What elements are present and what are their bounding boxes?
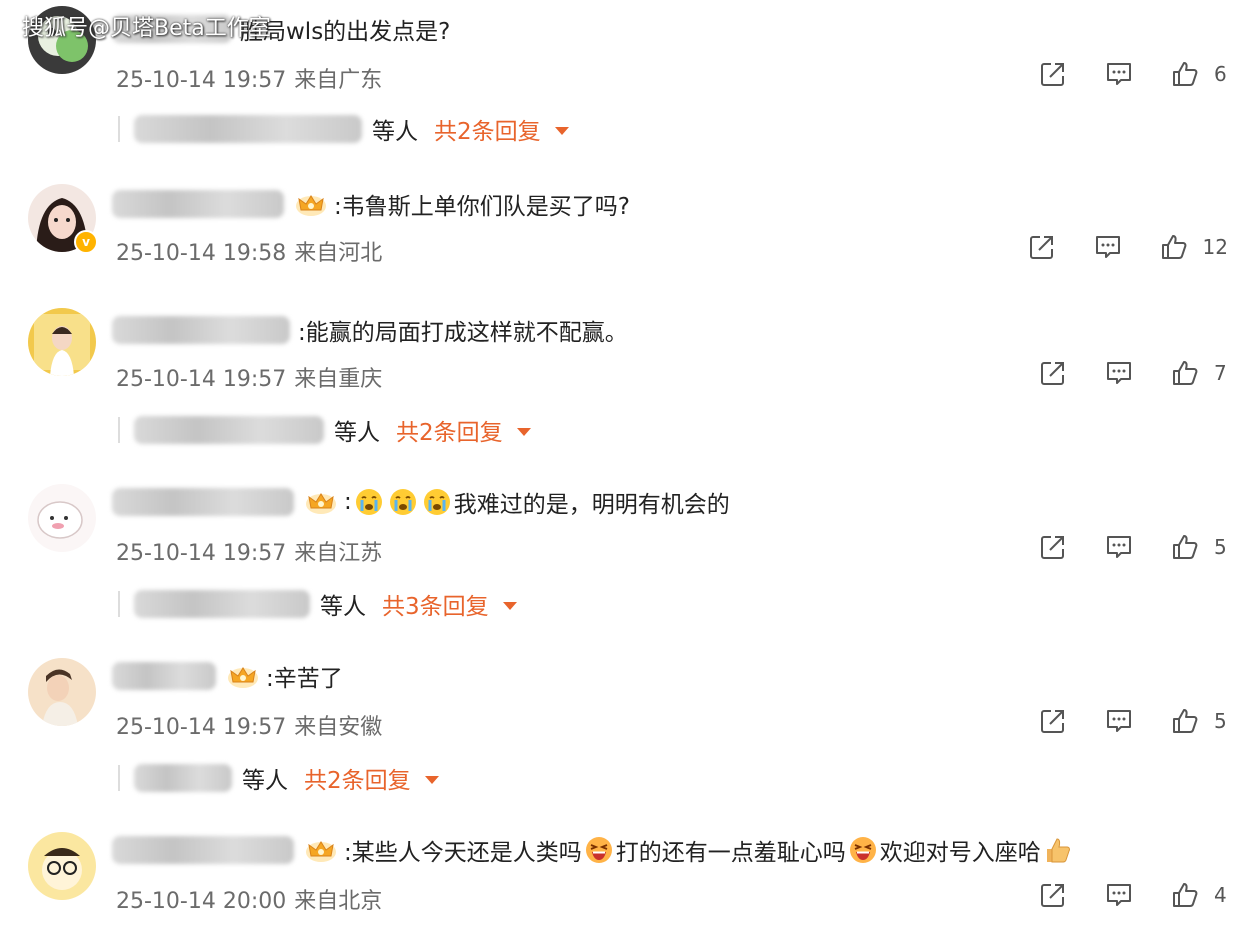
like-icon[interactable] xyxy=(1170,358,1200,388)
crown-badge-icon xyxy=(294,190,328,218)
comment-time: 25-10-14 19:57 xyxy=(116,715,287,740)
share-icon[interactable] xyxy=(1038,706,1068,736)
comment-text: 我难过的是，明明有机会的 xyxy=(453,492,730,518)
reply-count-link[interactable]: 共3条回复 xyxy=(382,587,489,621)
reply-who-text: 等人 xyxy=(334,420,380,446)
crying-emoji-icon xyxy=(388,487,418,517)
comment-text: :某些人今天还是人类吗 xyxy=(344,840,582,866)
crown-badge-icon xyxy=(304,836,338,864)
laughing-emoji-icon xyxy=(584,835,614,865)
comment-text-prefix: : xyxy=(344,489,352,515)
like-count: 5 xyxy=(1214,535,1227,559)
caret-down-icon[interactable] xyxy=(516,428,531,436)
share-icon[interactable] xyxy=(1038,59,1068,89)
reply-summary[interactable]: 等人 共3条回复 xyxy=(118,587,517,621)
reply-divider xyxy=(118,591,120,617)
comment-text-part2: 打的还有一点羞耻心吗 xyxy=(615,840,846,866)
reply-who-text: 等人 xyxy=(242,768,288,794)
like-count: 5 xyxy=(1214,709,1227,733)
comment-text: :能赢的局面打成这样就不配赢。 xyxy=(298,320,628,346)
reply-summary[interactable]: 等人 共2条回复 xyxy=(118,413,531,447)
reply-who-text: 等人 xyxy=(372,119,418,145)
like-icon[interactable] xyxy=(1170,880,1200,910)
avatar[interactable] xyxy=(28,832,96,900)
comment-location: 来自北京 xyxy=(294,889,383,914)
reply-summary[interactable]: 等人 共2条回复 xyxy=(118,761,439,795)
caret-down-icon[interactable] xyxy=(424,776,439,784)
comment-icon[interactable] xyxy=(1104,532,1134,562)
reply-count-link[interactable]: 共2条回复 xyxy=(434,112,541,146)
share-icon[interactable] xyxy=(1038,358,1068,388)
reply-divider xyxy=(118,116,120,142)
like-icon[interactable] xyxy=(1159,232,1189,262)
watermark-text: 搜狐号@贝塔Beta工作室 xyxy=(22,16,271,41)
comment-icon[interactable] xyxy=(1104,880,1134,910)
crying-emoji-icon xyxy=(422,487,452,517)
reply-username-redacted[interactable] xyxy=(134,416,324,444)
reply-divider xyxy=(118,765,120,791)
crying-emoji-icon xyxy=(354,487,384,517)
avatar[interactable] xyxy=(28,308,96,376)
avatar[interactable] xyxy=(28,658,96,726)
comment-icon[interactable] xyxy=(1104,59,1134,89)
username-redacted[interactable] xyxy=(112,316,290,344)
comment-location: 来自广东 xyxy=(294,68,383,93)
comment-location: 来自安徽 xyxy=(294,715,383,740)
comment-location: 来自河北 xyxy=(294,241,383,266)
reply-username-redacted[interactable] xyxy=(134,764,232,792)
thumbs-up-emoji-icon xyxy=(1043,835,1073,865)
like-icon[interactable] xyxy=(1170,706,1200,736)
avatar[interactable] xyxy=(28,484,96,552)
comment-location: 来自江苏 xyxy=(294,541,383,566)
comment-time: 25-10-14 19:57 xyxy=(116,68,287,93)
comment-icon[interactable] xyxy=(1104,358,1134,388)
share-icon[interactable] xyxy=(1038,880,1068,910)
comment-text-part3: 欢迎对号入座哈 xyxy=(879,840,1041,866)
username-redacted[interactable] xyxy=(112,488,294,516)
comment-time: 25-10-14 19:57 xyxy=(116,367,287,392)
username-redacted[interactable] xyxy=(112,190,284,218)
share-icon[interactable] xyxy=(1027,232,1057,262)
reply-username-redacted[interactable] xyxy=(134,590,310,618)
like-icon[interactable] xyxy=(1170,59,1200,89)
comment-text: 胜局wls的出发点是? xyxy=(240,19,451,45)
like-count: 4 xyxy=(1214,883,1227,907)
like-icon[interactable] xyxy=(1170,532,1200,562)
reply-count-link[interactable]: 共2条回复 xyxy=(304,761,411,795)
reply-who-text: 等人 xyxy=(320,594,366,620)
share-icon[interactable] xyxy=(1038,532,1068,562)
comment-location: 来自重庆 xyxy=(294,367,383,392)
reply-username-redacted[interactable] xyxy=(134,115,362,143)
reply-summary[interactable]: 等人 共2条回复 xyxy=(118,112,569,146)
comment-time: 25-10-14 19:58 xyxy=(116,241,287,266)
crown-badge-icon xyxy=(226,662,260,690)
comment-time: 25-10-14 20:00 xyxy=(116,889,287,914)
laughing-emoji-icon xyxy=(848,835,878,865)
username-redacted[interactable] xyxy=(112,836,294,864)
reply-divider xyxy=(118,417,120,443)
comment-icon[interactable] xyxy=(1104,706,1134,736)
reply-count-link[interactable]: 共2条回复 xyxy=(396,413,503,447)
comment-text: :辛苦了 xyxy=(266,666,343,692)
caret-down-icon[interactable] xyxy=(502,602,517,610)
like-count: 7 xyxy=(1214,361,1227,385)
caret-down-icon[interactable] xyxy=(554,127,569,135)
username-redacted[interactable] xyxy=(112,662,216,690)
like-count: 6 xyxy=(1214,62,1227,86)
comment-icon[interactable] xyxy=(1093,232,1123,262)
comment-time: 25-10-14 19:57 xyxy=(116,541,287,566)
like-count: 12 xyxy=(1202,235,1228,259)
crown-badge-icon xyxy=(304,488,338,516)
comment-text: :韦鲁斯上单你们队是买了吗? xyxy=(334,194,630,220)
verified-badge-icon: v xyxy=(74,230,98,254)
